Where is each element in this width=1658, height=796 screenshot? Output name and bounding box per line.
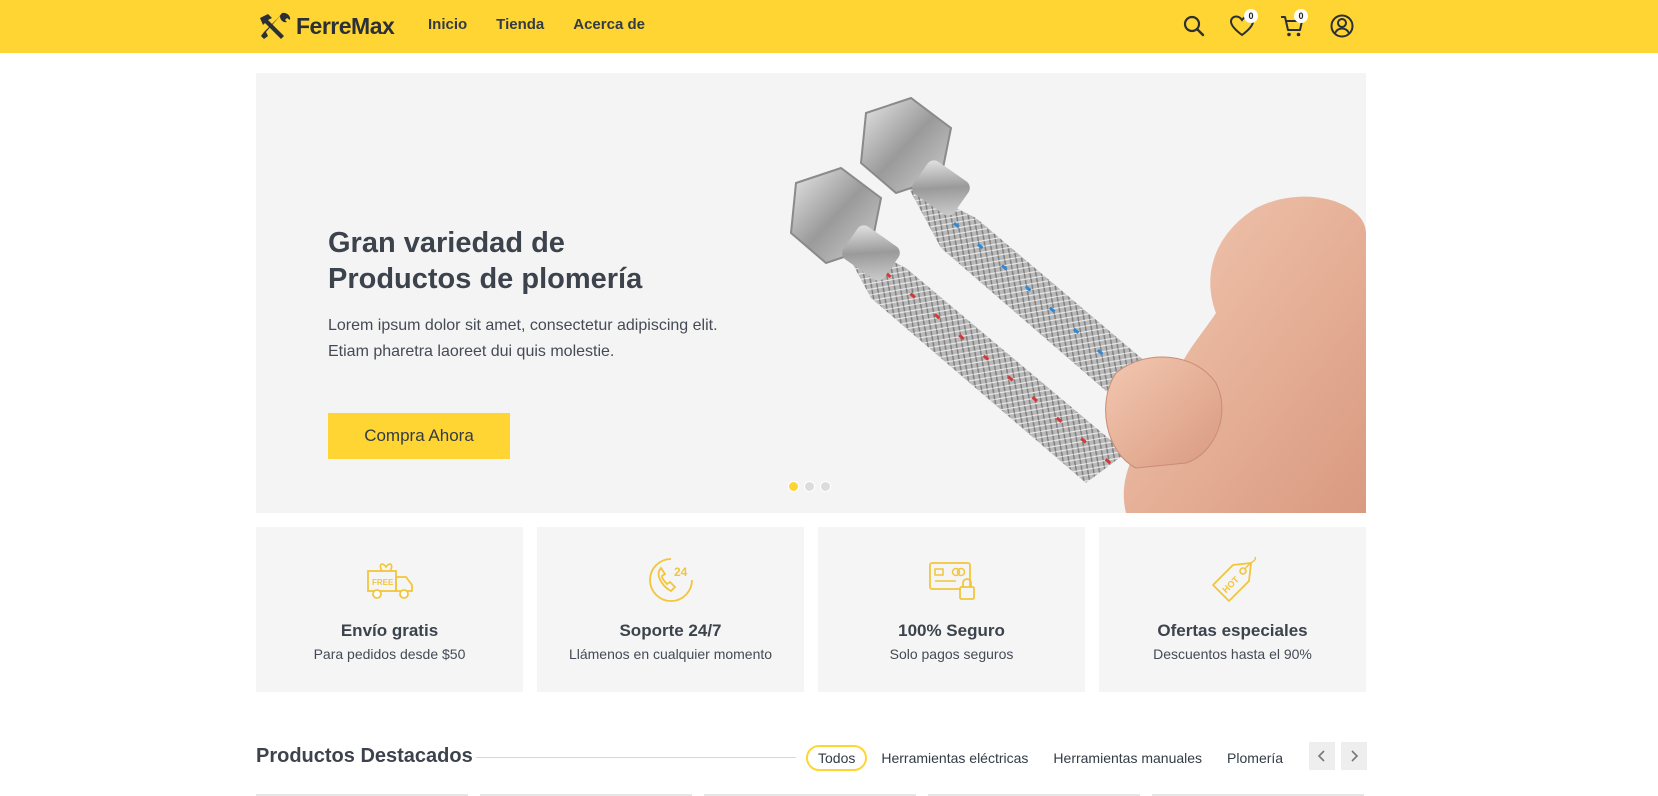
tools-logo-icon <box>260 12 291 40</box>
header-bar: FerreMax Inicio Tienda Acerca de 0 0 <box>0 0 1658 53</box>
hero-title-line-2: Productos de plomería <box>328 263 643 295</box>
featured-products-title: Productos Destacados <box>256 745 473 767</box>
feature-card-secure: 100% Seguro Solo pagos seguros <box>818 527 1085 692</box>
secure-card-icon <box>929 562 975 600</box>
carousel-next-button[interactable] <box>1341 742 1367 770</box>
chevron-right-icon <box>1351 750 1359 762</box>
tab-todos[interactable]: Todos <box>806 745 868 771</box>
feature-title: 100% Seguro <box>898 621 1005 640</box>
hero-title-line-1: Gran variedad de <box>328 227 565 259</box>
feature-title: Envío gratis <box>340 621 439 640</box>
cart-count-badge: 0 <box>1294 9 1308 23</box>
header-actions: 0 0 <box>1180 9 1360 42</box>
tab-plomeria[interactable]: Plomería <box>1227 750 1283 766</box>
feature-title: Ofertas especiales <box>1157 621 1308 640</box>
main-nav: Inicio Tienda Acerca de <box>428 16 674 33</box>
nav-item-acerca-de[interactable]: Acerca de <box>573 16 645 33</box>
product-category-tabs: Todos Herramientas eléctricas Herramient… <box>806 745 1308 771</box>
hot-tag-icon: HOT <box>1212 556 1257 602</box>
section-divider <box>476 757 796 758</box>
user-icon <box>1330 14 1354 38</box>
feature-card-support: 24 Soporte 24/7 Llámenos en cualquier mo… <box>537 527 804 692</box>
feature-title: Soporte 24/7 <box>619 621 722 640</box>
user-account-button[interactable] <box>1328 12 1356 40</box>
nav-item-tienda[interactable]: Tienda <box>496 16 544 33</box>
hero-title: Gran variedad de Productos de plomería <box>328 225 748 297</box>
slide-dot-2[interactable] <box>804 481 815 492</box>
tab-herramientas-electricas[interactable]: Herramientas eléctricas <box>881 750 1028 766</box>
slider-pagination <box>788 481 831 492</box>
carousel-prev-button[interactable] <box>1309 742 1335 770</box>
feature-subtitle: Solo pagos seguros <box>889 646 1014 662</box>
features-row: FREE Envío gratis Para pedidos desde $50… <box>256 527 1366 692</box>
chevron-left-icon <box>1317 750 1325 762</box>
tab-herramientas-manuales[interactable]: Herramientas manuales <box>1053 750 1202 766</box>
hero-banner: Gran variedad de Productos de plomería L… <box>256 73 1366 513</box>
brand-name: FerreMax <box>296 12 395 39</box>
nav-item-inicio[interactable]: Inicio <box>428 16 467 33</box>
feature-card-special-offers: HOT Ofertas especiales Descuentos hasta … <box>1099 527 1366 692</box>
carousel-controls <box>1309 742 1367 770</box>
svg-text:24: 24 <box>674 565 688 579</box>
shop-now-button[interactable]: Compra Ahora <box>328 413 510 459</box>
feature-card-free-shipping: FREE Envío gratis Para pedidos desde $50 <box>256 527 523 692</box>
slide-dot-1[interactable] <box>788 481 799 492</box>
plumbing-hoses-image <box>789 96 1366 513</box>
cart-button[interactable]: 0 <box>1278 9 1308 40</box>
svg-text:FREE: FREE <box>372 578 394 587</box>
feature-subtitle: Descuentos hasta el 90% <box>1153 646 1312 662</box>
feature-subtitle: Para pedidos desde $50 <box>313 646 466 662</box>
support-24-icon: 24 <box>649 558 693 602</box>
brand-logo[interactable]: FerreMax <box>256 10 395 42</box>
slide-dot-3[interactable] <box>820 481 831 492</box>
feature-subtitle: Llámenos en cualquier momento <box>568 646 773 662</box>
free-delivery-truck-icon: FREE <box>367 563 413 599</box>
search-icon[interactable] <box>1180 12 1208 40</box>
wishlist-count-badge: 0 <box>1244 9 1258 23</box>
wishlist-button[interactable]: 0 <box>1228 9 1258 40</box>
